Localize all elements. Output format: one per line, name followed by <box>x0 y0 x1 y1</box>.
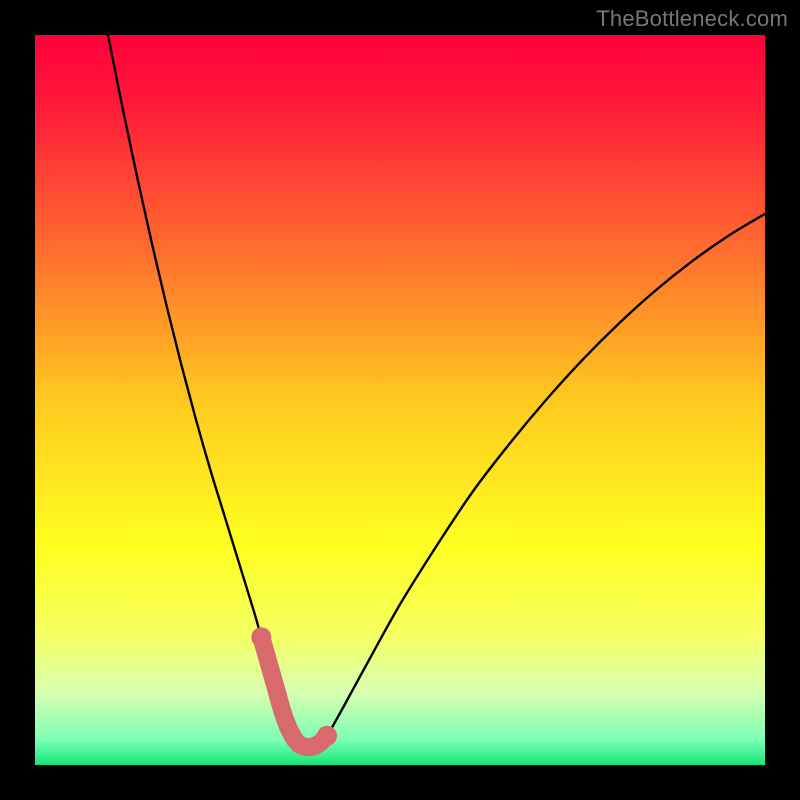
watermark-text: TheBottleneck.com <box>596 6 788 32</box>
gradient-background <box>35 35 765 765</box>
bottleneck-chart <box>35 35 765 765</box>
chart-frame: TheBottleneck.com <box>0 0 800 800</box>
plot-area <box>35 35 765 765</box>
